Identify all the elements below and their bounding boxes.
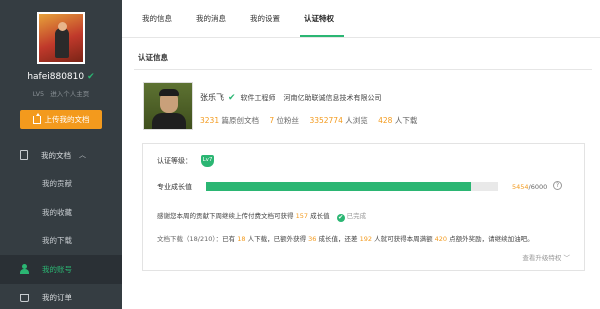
document-icon: [20, 150, 28, 161]
active-tab-indicator: [300, 35, 344, 37]
upload-icon: [32, 112, 41, 124]
sidebar-item-downloads[interactable]: 我的下载: [0, 227, 122, 256]
username-row: hafei880810 ✔: [0, 72, 122, 82]
sidebar-item-orders[interactable]: 我的订单: [0, 284, 122, 309]
downloads-count: 428: [378, 116, 393, 125]
task-points: 157: [295, 212, 308, 220]
task-status: 已完成: [346, 212, 367, 220]
task-text: 感谢您本周的贡献下周继续上传付费文档可获得: [157, 212, 294, 220]
sidebar-item-label: 我的账号: [42, 264, 72, 274]
sidebar-item-label: 我的收藏: [42, 207, 72, 217]
docs-count: 3231: [200, 116, 220, 125]
username[interactable]: hafei880810: [27, 72, 84, 82]
growth-progress-bar: [206, 182, 498, 191]
weekly-task: 感谢您本周的贡献下周继续上传付费文档可获得 157 成长值 ✔ 已完成: [157, 210, 366, 222]
homepage-link[interactable]: 进入个人主页: [50, 90, 89, 98]
help-icon[interactable]: ?: [553, 181, 562, 190]
level-badge: Lv7: [201, 155, 214, 167]
sidebar-item-account[interactable]: 我的账号: [0, 255, 122, 284]
views-count: 3352774: [309, 116, 343, 125]
sidebar-item-my-docs[interactable]: 我的文档 ︿: [0, 141, 122, 170]
profile-photo: [143, 82, 193, 130]
growth-progress-fill: [206, 182, 472, 191]
dl-text: 点额外奖励，请继续加油吧。: [449, 235, 534, 243]
fans-count: 7: [269, 116, 275, 125]
dl-number: 18: [237, 235, 246, 243]
dl-number: 36: [308, 235, 317, 243]
growth-label: 专业成长值: [157, 183, 192, 191]
growth-value: 5454/6000: [512, 183, 547, 191]
dl-text: 人下载，已额外获得: [247, 235, 307, 243]
sidebar-item-label: 我的贡献: [42, 179, 72, 189]
sidebar-item-contribution[interactable]: 我的贡献: [0, 170, 122, 199]
view-upgrade-privileges-link[interactable]: 查看升级特权 ﹀: [522, 252, 570, 262]
dl-number: 420: [434, 235, 448, 243]
avatar[interactable]: [37, 12, 85, 64]
verified-icon: ✔: [87, 72, 95, 82]
sidebar-menu: 我的文档 ︿ 我的贡献 我的收藏 我的下载 我的账号 我的订单: [0, 141, 122, 309]
dl-number: 192: [359, 235, 372, 243]
cert-level-label: 认证等级：: [157, 157, 192, 165]
chevron-down-icon: ﹀: [563, 254, 571, 262]
upload-button[interactable]: 上传我的文档: [20, 110, 102, 129]
dl-text: 成长值，还差: [318, 235, 358, 243]
growth-current: 5454: [512, 183, 529, 191]
views-label: 人浏览: [345, 116, 368, 125]
dl-text: 人就可获得本周满额: [374, 235, 433, 243]
user-level: LV5: [32, 90, 45, 98]
sidebar-item-label: 我的文档: [41, 150, 71, 160]
profile-stats: 3231 篇原创文档 7 位粉丝 3352774 人浏览 428 人下载: [200, 115, 425, 126]
tab-bar: 我的信息 我的消息 我的设置 认证特权: [122, 0, 600, 38]
growth-total: /6000: [528, 183, 548, 191]
view-more-label: 查看升级特权: [522, 254, 562, 262]
cart-icon: [20, 293, 29, 302]
certification-panel: 认证等级： Lv7 专业成长值 5454/6000 ? 感谢您本周的贡献下周继续…: [142, 143, 585, 271]
sidebar: hafei880810 ✔ LV5 进入个人主页 上传我的文档 我的文档 ︿ 我的…: [0, 0, 122, 309]
tab-my-info[interactable]: 我的信息: [142, 13, 172, 24]
tab-settings[interactable]: 我的设置: [250, 13, 280, 24]
downloads-label: 人下载: [394, 116, 418, 125]
verified-icon: ✔: [228, 93, 236, 103]
tab-messages[interactable]: 我的消息: [196, 13, 226, 24]
sidebar-item-label: 我的订单: [42, 293, 72, 303]
fans-label: 位粉丝: [276, 116, 300, 125]
task-unit: 成长值: [310, 212, 330, 220]
sidebar-item-favorites[interactable]: 我的收藏: [0, 198, 122, 227]
profile-name: 张乐飞: [200, 93, 224, 102]
section-title: 认证信息: [138, 53, 168, 62]
profile-company: 河南亿助联诚信息技术有限公司: [283, 94, 382, 102]
dl-label: 文档下载（18/210）：: [157, 235, 223, 243]
profile-title: 软件工程师: [240, 94, 276, 102]
tab-certification[interactable]: 认证特权: [304, 13, 334, 24]
docs-label: 篇原创文档: [221, 116, 259, 125]
upload-button-label: 上传我的文档: [44, 115, 90, 124]
level-row: LV5 进入个人主页: [0, 88, 122, 98]
check-circle-icon: ✔: [336, 214, 345, 222]
sidebar-item-label: 我的下载: [42, 236, 72, 246]
download-progress-text: 文档下载（18/210）：已有 18 人下载，已额外获得 36 成长值，还差 1…: [157, 233, 534, 243]
main-content: 我的信息 我的消息 我的设置 认证特权 认证信息 张乐飞 ✔ 软件工程师 河南亿助联诚…: [122, 0, 600, 309]
dl-text: 已有: [222, 235, 236, 243]
user-icon: [20, 264, 29, 275]
divider: [134, 69, 592, 70]
chevron-up-icon: ︿: [79, 151, 86, 160]
profile-name-row: 张乐飞 ✔ 软件工程师 河南亿助联诚信息技术有限公司: [200, 92, 382, 103]
